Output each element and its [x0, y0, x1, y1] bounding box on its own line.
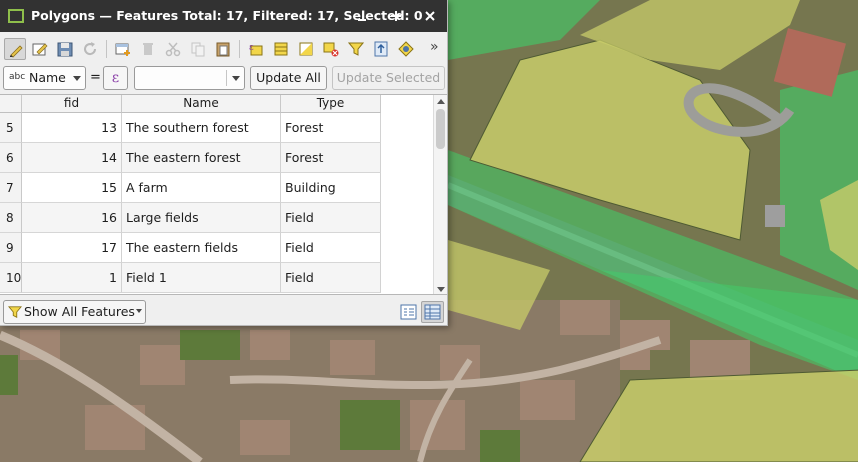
expression-icon: ε: [111, 70, 120, 86]
paste-icon[interactable]: [212, 38, 234, 60]
table-cell-fid[interactable]: 16: [22, 203, 122, 233]
table-cell-type[interactable]: Building: [281, 173, 381, 203]
table-cell-fid[interactable]: 17: [22, 233, 122, 263]
row-header[interactable]: 9: [0, 233, 22, 263]
table-cell-type[interactable]: Field: [281, 233, 381, 263]
scroll-down-icon[interactable]: [437, 287, 445, 292]
toolbar-separator: [239, 40, 240, 58]
more-icon-label: »: [430, 39, 439, 55]
expression-button[interactable]: ε: [103, 66, 128, 90]
minimize-icon[interactable]: [351, 5, 373, 27]
row-header[interactable]: 8: [0, 203, 22, 233]
field-calculator-bar: abc Name = ε Update All Update Selected: [0, 64, 447, 92]
maximize-icon[interactable]: [385, 5, 407, 27]
add-feature-icon[interactable]: [112, 38, 134, 60]
attribute-table: fid Name Type 5 13 The southern forest F…: [0, 94, 447, 295]
window-app-icon: [8, 9, 24, 23]
column-header-type[interactable]: Type: [281, 95, 381, 113]
table-cell-type[interactable]: Field: [281, 203, 381, 233]
row-header[interactable]: 7: [0, 173, 22, 203]
equals-label: =: [90, 70, 101, 85]
save-edits-icon[interactable]: [54, 38, 76, 60]
filter-icon[interactable]: [345, 38, 367, 60]
deselect-icon[interactable]: [320, 38, 342, 60]
chevron-down-icon: [232, 76, 240, 81]
field-select-value: Name: [29, 70, 66, 85]
corner-header[interactable]: [0, 95, 22, 113]
table-cell-name[interactable]: Large fields: [122, 203, 281, 233]
window-titlebar[interactable]: Polygons — Features Total: 17, Filtered:…: [0, 0, 447, 32]
svg-text:ε: ε: [249, 43, 254, 53]
table-cell-name[interactable]: The eastern forest: [122, 143, 281, 173]
multi-edit-icon[interactable]: [29, 38, 51, 60]
scrollbar-thumb[interactable]: [436, 109, 445, 149]
table-cell-name[interactable]: The eastern fields: [122, 233, 281, 263]
reload-icon[interactable]: [79, 38, 101, 60]
table-cell-fid[interactable]: 13: [22, 113, 122, 143]
table-cell-type[interactable]: Forest: [281, 143, 381, 173]
toggle-editing-icon[interactable]: [4, 38, 26, 60]
chevron-down-icon: [136, 309, 142, 313]
table-view-icon[interactable]: [421, 301, 444, 323]
table-cell-name[interactable]: The southern forest: [122, 113, 281, 143]
delete-feature-icon[interactable]: [137, 38, 159, 60]
toolbar-separator: [106, 40, 107, 58]
show-features-button[interactable]: Show All Features: [3, 300, 146, 324]
column-header-name[interactable]: Name: [122, 95, 281, 113]
table-cell-fid[interactable]: 1: [22, 263, 122, 293]
table-cell-fid[interactable]: 15: [22, 173, 122, 203]
update-all-button[interactable]: Update All: [250, 66, 327, 90]
move-selection-to-top-icon[interactable]: [370, 38, 392, 60]
table-cell-name[interactable]: A farm: [122, 173, 281, 203]
show-features-label: Show All Features: [24, 304, 135, 319]
select-by-expression-icon[interactable]: ε: [245, 38, 267, 60]
invert-selection-icon[interactable]: [295, 38, 317, 60]
close-icon[interactable]: [419, 5, 441, 27]
vertical-scrollbar[interactable]: [433, 95, 447, 294]
value-input[interactable]: [134, 66, 245, 90]
table-cell-type[interactable]: Field: [281, 263, 381, 293]
table-cell-name[interactable]: Field 1: [122, 263, 281, 293]
more-icon[interactable]: »: [427, 38, 443, 60]
cut-icon[interactable]: [162, 38, 184, 60]
column-header-fid[interactable]: fid: [22, 95, 122, 113]
filter-icon: [8, 306, 22, 318]
chevron-down-icon: [73, 76, 81, 81]
row-header[interactable]: 6: [0, 143, 22, 173]
table-cell-type[interactable]: Forest: [281, 113, 381, 143]
attribute-toolbar: ε »: [0, 32, 447, 64]
field-type-prefix: abc: [9, 72, 26, 82]
select-all-icon[interactable]: [270, 38, 292, 60]
field-select[interactable]: abc Name: [3, 66, 86, 90]
combo-divider: [226, 70, 227, 86]
row-header[interactable]: 10: [0, 263, 22, 293]
update-selected-button[interactable]: Update Selected: [332, 66, 445, 90]
bottom-bar: Show All Features: [0, 297, 447, 325]
form-view-icon[interactable]: [398, 302, 419, 322]
zoom-to-selection-icon[interactable]: [395, 38, 417, 60]
attribute-table-window: Polygons — Features Total: 17, Filtered:…: [0, 0, 448, 326]
table-cell-fid[interactable]: 14: [22, 143, 122, 173]
copy-icon[interactable]: [187, 38, 209, 60]
row-header[interactable]: 5: [0, 113, 22, 143]
scroll-up-icon[interactable]: [437, 99, 445, 104]
